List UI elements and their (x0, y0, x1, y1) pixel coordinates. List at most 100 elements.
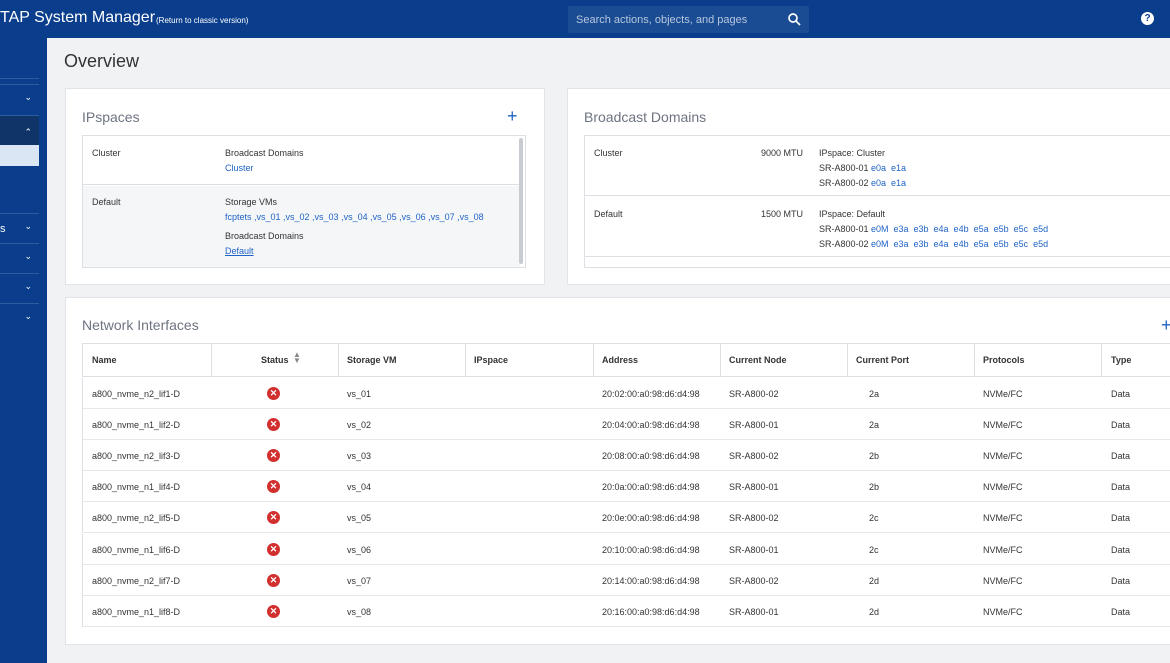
chevron-down-icon: ⌄ (24, 311, 32, 321)
port-links[interactable]: e0a e1a (871, 163, 906, 173)
broadcast-domain-link[interactable]: Cluster (225, 163, 254, 173)
current-port-link[interactable]: 2c (869, 545, 879, 555)
current-port-link[interactable]: 2a (869, 389, 879, 399)
table-row[interactable]: a800_nvme_n1_lif4-D vs_04 20:0a:00:a0:98:d… (82, 471, 1170, 503)
column-header-protocols[interactable]: Protocols (983, 355, 1025, 365)
table-header: Name Status ▲ ▼ Storage VM IPspace Addres… (82, 343, 1170, 377)
storage-vms-links[interactable]: fcptets ,vs_01 ,vs_02 ,vs_03 ,vs_04 ,vs_… (225, 212, 484, 222)
network-interfaces-title: Network Interfaces (82, 317, 199, 333)
sort-icon[interactable]: ▲ ▼ (293, 351, 301, 365)
current-port-link[interactable]: 2d (869, 607, 879, 617)
column-header-storage-vm[interactable]: Storage VM (347, 355, 397, 365)
storage-vm-link[interactable]: vs_05 (347, 513, 371, 523)
table-row[interactable]: a800_nvme_n2_lif3-D vs_03 20:08:00:a0:98:d… (82, 440, 1170, 472)
search-box[interactable] (568, 6, 809, 33)
node-name: SR-A800-01 (819, 163, 869, 173)
node-name: SR-A800-02 (819, 239, 869, 249)
table-row[interactable]: a800_nvme_n1_lif8-D vs_08 20:16:00:a0:98:d… (82, 595, 1170, 627)
column-header-ipspace[interactable]: IPspace (474, 355, 508, 365)
port-links[interactable]: e0M e3a e3b e4a e4b e5a e5b e5c e5d (871, 224, 1048, 234)
sidebar-item-3[interactable]: s ⌄ (0, 213, 39, 243)
storage-vm-link[interactable]: vs_03 (347, 451, 371, 461)
interface-name: a800_nvme_n2_lif1-D (92, 389, 181, 399)
ipspace-label: IPspace: Cluster (819, 148, 886, 158)
column-header-current-node[interactable]: Current Node (729, 355, 787, 365)
protocols-value: NVMe/FC (983, 482, 1023, 493)
search-input[interactable] (576, 11, 776, 28)
app-title: TAP System Manager (0, 9, 156, 26)
address-value: 20:04:00:a0:98:d6:d4:98 (602, 420, 700, 431)
port-links[interactable]: e0a e1a (871, 178, 906, 188)
broadcast-row: Cluster 9000 MTU IPspace: Cluster SR-A80… (585, 136, 1170, 196)
current-node: SR-A800-02 (729, 513, 779, 524)
storage-vm-link[interactable]: vs_04 (347, 482, 371, 492)
add-ipspace-icon[interactable]: + (507, 107, 518, 125)
storage-vm-link[interactable]: vs_01 (347, 389, 371, 399)
broadcast-domains-label: Broadcast Domains (225, 148, 304, 158)
ipspaces-table: Cluster Broadcast Domains Cluster Defaul… (82, 135, 526, 268)
column-header-name[interactable]: Name (92, 355, 117, 365)
error-status-icon: ✕ (267, 418, 280, 432)
error-status-icon: ✕ (267, 387, 280, 400)
column-header-status[interactable]: Status (261, 355, 289, 365)
sidebar-item-5[interactable]: ⌄ (0, 273, 39, 303)
sidebar-item-2[interactable]: ⌃ (0, 115, 39, 145)
error-status-icon: ✕ (267, 480, 280, 494)
error-status-icon: ✕ (267, 511, 280, 525)
table-row[interactable]: a800_nvme_n1_lif6-D vs_06 20:10:00:a0:98:d… (82, 533, 1170, 565)
type-value: Data (1111, 544, 1131, 555)
current-port-link[interactable]: 2b (869, 451, 879, 461)
column-header-current-port[interactable]: Current Port (856, 355, 909, 365)
current-port-link[interactable]: 2a (869, 420, 879, 430)
column-header-address[interactable]: Address (602, 355, 638, 365)
current-node: SR-A800-01 (729, 420, 779, 431)
search-icon[interactable] (788, 13, 801, 26)
ipspace-name: Default (92, 197, 121, 207)
address-value: 20:02:00:a0:98:d6:d4:98 (602, 389, 700, 399)
current-port-link[interactable]: 2c (869, 513, 879, 523)
current-node: SR-A800-01 (729, 482, 779, 493)
address-value: 20:0e:00:a0:98:d6:d4:98 (602, 513, 700, 524)
table-row[interactable]: a800_nvme_n1_lif2-D vs_02 20:04:00:a0:98:d… (82, 409, 1170, 441)
port-links[interactable]: e0M e3a e3b e4a e4b e5a e5b e5c e5d (871, 239, 1048, 249)
broadcast-domain-link[interactable]: Default (225, 246, 254, 256)
top-bar: TAP System Manager (Return to classic ve… (0, 0, 1170, 38)
chevron-down-icon: ⌄ (24, 221, 32, 231)
address-value: 20:10:00:a0:98:d6:d4:98 (602, 544, 700, 555)
protocols-value: NVMe/FC (983, 451, 1023, 462)
storage-vm-link[interactable]: vs_08 (347, 607, 371, 617)
help-icon[interactable]: ? (1141, 12, 1154, 25)
table-row[interactable]: a800_nvme_n2_lif5-D vs_05 20:0e:00:a0:98:d… (82, 502, 1170, 534)
interface-name: a800_nvme_n1_lif8-D (92, 606, 181, 617)
type-value: Data (1111, 451, 1131, 462)
error-status-icon: ✕ (267, 604, 280, 618)
storage-vm-link[interactable]: vs_07 (347, 576, 371, 586)
column-header-type[interactable]: Type (1111, 355, 1131, 365)
broadcast-table: Cluster 9000 MTU IPspace: Cluster SR-A80… (584, 135, 1170, 268)
sidebar-subitem-selected[interactable] (0, 145, 39, 166)
mtu-value: 1500 MTU (761, 209, 804, 219)
current-port-link[interactable]: 2d (869, 576, 879, 586)
sidebar-item-6[interactable]: ⌄ (0, 303, 39, 333)
sidebar-item-4[interactable]: ⌄ (0, 243, 39, 273)
sidebar-divider (0, 78, 39, 79)
sidebar-item-1[interactable]: ⌄ (0, 84, 39, 114)
broadcast-domains-title: Broadcast Domains (584, 109, 707, 125)
sidebar: ⌄ ⌃ s ⌄ ⌄ ⌄ ⌄ (0, 38, 47, 663)
mtu-value: 9000 MTU (761, 148, 804, 158)
type-value: Data (1111, 606, 1131, 617)
table-row[interactable]: a800_nvme_n2_lif1-D vs_01 20:02:00:a0:98:d… (82, 378, 1170, 409)
node-name: SR-A800-02 (819, 178, 869, 188)
table-row[interactable]: a800_nvme_n2_lif7-D vs_07 20:14:00:a0:98:d… (82, 564, 1170, 596)
protocols-value: NVMe/FC (983, 606, 1023, 617)
add-interface-icon[interactable]: + (1161, 316, 1170, 334)
broadcast-domains-card: Broadcast Domains Cluster 9000 MTU IPspa… (567, 88, 1170, 285)
return-classic-link[interactable]: (Return to classic version) (156, 16, 248, 25)
ipspace-label: IPspace: Default (819, 209, 886, 219)
current-port-link[interactable]: 2b (869, 482, 879, 492)
storage-vm-link[interactable]: vs_02 (347, 420, 371, 430)
address-value: 20:16:00:a0:98:d6:d4:98 (602, 606, 700, 617)
storage-vm-link[interactable]: vs_06 (347, 545, 371, 555)
scrollbar[interactable] (519, 138, 523, 264)
ipspaces-title: IPspaces (82, 109, 140, 125)
